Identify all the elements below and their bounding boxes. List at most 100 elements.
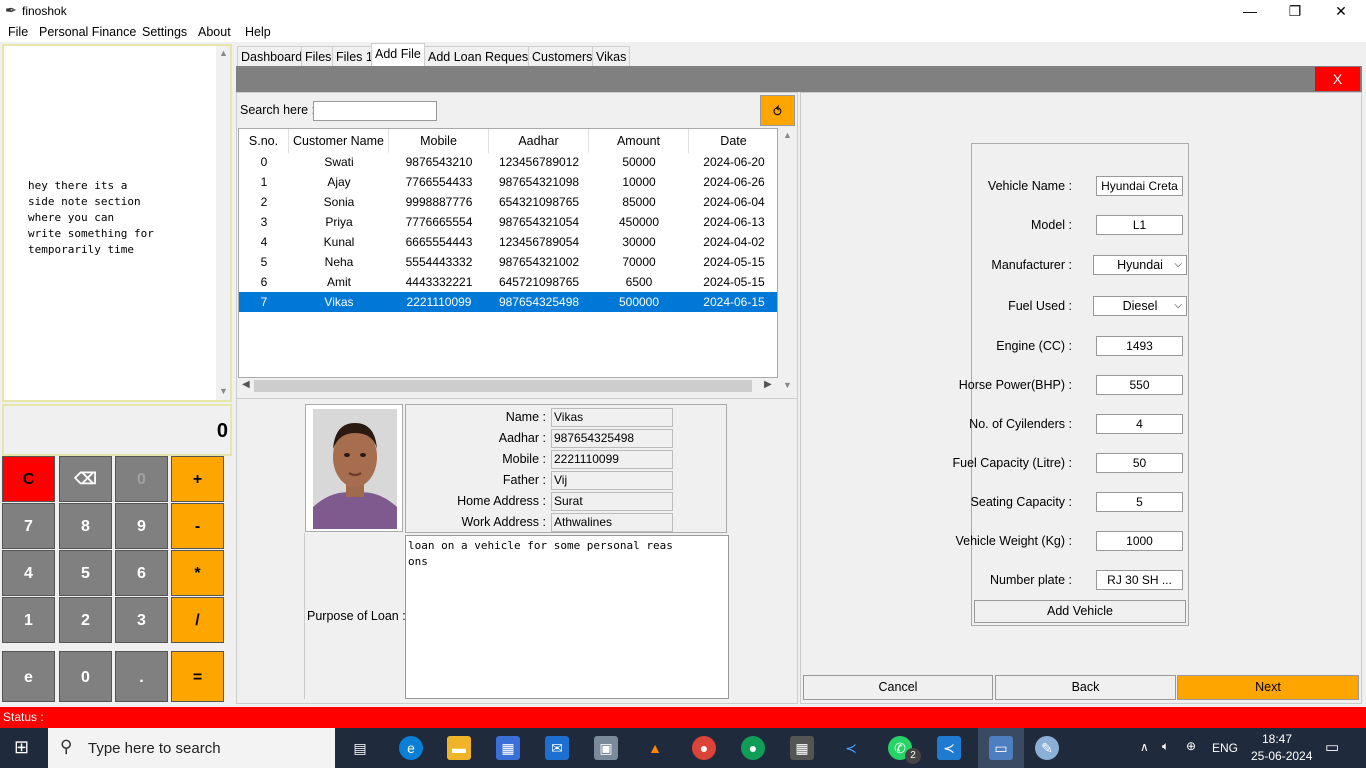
table-row[interactable]: 7 Vikas 2221110099 987654325498 500000 2024-0… xyxy=(239,292,777,312)
next-button[interactable]: Next xyxy=(1177,675,1359,700)
tab-dashboard[interactable]: Dashboard xyxy=(237,46,307,66)
manufacturer-select[interactable]: Hyundai ⌵ xyxy=(1093,255,1187,275)
calculator-app-icon[interactable]: ▦ xyxy=(790,736,814,760)
vehicle-weight-input[interactable]: 1000 xyxy=(1096,531,1183,551)
menu-about[interactable]: About xyxy=(198,25,231,39)
mail-icon[interactable]: ✉ xyxy=(545,736,569,760)
scroll-up-icon[interactable]: ▲ xyxy=(219,48,228,58)
fuel-used-select[interactable]: Diesel ⌵ xyxy=(1093,296,1187,316)
volume-icon[interactable]: 🔈︎ xyxy=(1162,739,1169,754)
calc-button-four[interactable]: 4 xyxy=(2,550,55,596)
engine-cc-input[interactable]: 1493 xyxy=(1096,336,1183,356)
menu-help[interactable]: Help xyxy=(245,25,271,39)
side-note-textarea[interactable]: hey there its a side note section where … xyxy=(2,44,232,402)
col-date[interactable]: Date xyxy=(689,129,777,153)
calc-button-backspace[interactable]: ⌫ xyxy=(59,456,112,502)
purpose-textarea[interactable]: loan on a vehicle for some personal reas… xyxy=(405,535,729,699)
calc-button-equals[interactable]: = xyxy=(171,651,224,702)
fuel-capacity-input[interactable]: 50 xyxy=(1096,453,1183,473)
table-horizontal-scrollbar[interactable]: ◀ ▶ xyxy=(238,378,778,394)
file-explorer-icon[interactable]: ▬ xyxy=(447,736,471,760)
calc-button-plus[interactable]: + xyxy=(171,456,224,502)
calc-button-two[interactable]: 2 xyxy=(59,597,112,643)
notification-icon[interactable]: ▭ xyxy=(1325,738,1339,756)
calc-button-minus[interactable]: - xyxy=(171,503,224,549)
scroll-up-icon[interactable]: ▲ xyxy=(783,130,792,140)
language-indicator[interactable]: ENG xyxy=(1212,741,1238,755)
minimize-button[interactable]: — xyxy=(1227,0,1273,22)
menu-personal-finance[interactable]: Personal Finance xyxy=(39,25,136,39)
table-row[interactable]: 2 Sonia 9998887776 654321098765 85000 2024-06… xyxy=(239,192,777,212)
table-row[interactable]: 3 Priya 7776665554 987654321054 450000 2024-0… xyxy=(239,212,777,232)
scroll-down-icon[interactable]: ▼ xyxy=(783,380,792,390)
tab-vikas[interactable]: Vikas xyxy=(592,46,631,66)
col-aadhar[interactable]: Aadhar xyxy=(489,129,589,153)
vscode-icon[interactable]: ≺ xyxy=(937,736,961,760)
menu-file[interactable]: File xyxy=(8,25,28,39)
search-input[interactable] xyxy=(313,101,437,121)
edge-icon[interactable]: e xyxy=(399,736,423,760)
col-amount[interactable]: Amount xyxy=(589,129,689,153)
python-tk-icon[interactable]: ▭ xyxy=(989,736,1013,760)
vlc-icon[interactable]: ▲ xyxy=(643,736,667,760)
vscode-insiders-icon[interactable]: ≺ xyxy=(839,736,863,760)
number-plate-input[interactable]: RJ 30 SH ... xyxy=(1096,570,1183,590)
calc-button-multiply[interactable]: * xyxy=(171,550,224,596)
horse-power-input[interactable]: 550 xyxy=(1096,375,1183,395)
add-vehicle-button[interactable]: Add Vehicle xyxy=(974,600,1186,623)
calc-button-seven[interactable]: 7 xyxy=(2,503,55,549)
col-mobile[interactable]: Mobile xyxy=(389,129,489,153)
table-row[interactable]: 4 Kunal 6665554443 123456789054 30000 2024-04… xyxy=(239,232,777,252)
tab-add-loan-request[interactable]: Add Loan Request xyxy=(424,46,536,66)
table-row[interactable]: 1 Ajay 7766554433 987654321098 10000 2024-06-… xyxy=(239,172,777,192)
note-scrollbar[interactable]: ▲ ▼ xyxy=(216,46,230,400)
chevron-down-icon[interactable]: ⌵ xyxy=(1174,256,1182,274)
windows-start-icon[interactable]: ⊞ xyxy=(14,737,29,758)
scroll-down-icon[interactable]: ▼ xyxy=(219,386,228,396)
photos-icon[interactable]: ▣ xyxy=(594,736,618,760)
maximize-button[interactable]: ❐ xyxy=(1272,0,1318,22)
taskbar-search[interactable]: ⚲ Type here to search xyxy=(48,728,335,768)
customer-field-value[interactable]: Vij xyxy=(551,471,673,490)
col-customer-name[interactable]: Customer Name xyxy=(289,129,389,153)
calc-button-decimal[interactable]: . xyxy=(115,651,168,702)
back-button[interactable]: Back xyxy=(995,675,1176,700)
calc-button-clear[interactable]: C xyxy=(2,456,55,502)
calc-button-zero[interactable]: 0 xyxy=(59,651,112,702)
table-row[interactable]: 5 Neha 5554443332 987654321002 70000 2024-05-… xyxy=(239,252,777,272)
calc-button-zero-disabled[interactable]: 0 xyxy=(115,456,168,502)
paint-icon[interactable]: ✎ xyxy=(1035,736,1059,760)
refresh-button[interactable]: ⥀ xyxy=(760,95,795,126)
table-row[interactable]: 0 Swati 9876543210 123456789012 50000 2024-06… xyxy=(239,152,777,172)
tab-customers[interactable]: Customers xyxy=(528,46,597,66)
tab-files[interactable]: Files xyxy=(301,46,336,66)
calc-button-eight[interactable]: 8 xyxy=(59,503,112,549)
close-window-button[interactable]: ✕ xyxy=(1318,0,1364,22)
col-sno[interactable]: S.no. xyxy=(239,129,289,153)
menu-settings[interactable]: Settings xyxy=(142,25,187,39)
calc-button-euler[interactable]: e xyxy=(2,651,55,702)
customer-field-value[interactable]: 2221110099 xyxy=(551,450,673,469)
cylinders-input[interactable]: 4 xyxy=(1096,414,1183,434)
clock-time[interactable]: 18:47 xyxy=(1262,732,1292,746)
customer-field-value[interactable]: Surat xyxy=(551,492,673,511)
scroll-right-icon[interactable]: ▶ xyxy=(764,379,772,390)
calc-button-six[interactable]: 6 xyxy=(115,550,168,596)
calc-button-divide[interactable]: / xyxy=(171,597,224,643)
calc-button-five[interactable]: 5 xyxy=(59,550,112,596)
table-vertical-scrollbar[interactable]: ▲ ▼ xyxy=(779,128,795,394)
network-icon[interactable]: ⊕ xyxy=(1186,739,1196,753)
tab-add-file[interactable]: Add File xyxy=(371,43,425,67)
vehicle-name-input[interactable]: Hyundai Creta xyxy=(1096,176,1183,196)
chrome-profile-icon[interactable]: ● xyxy=(741,736,765,760)
calc-button-three[interactable]: 3 xyxy=(115,597,168,643)
task-view-icon[interactable]: ▤ xyxy=(348,736,372,760)
customer-field-value[interactable]: Vikas xyxy=(551,408,673,427)
customer-field-value[interactable]: 987654325498 xyxy=(551,429,673,448)
table-row[interactable]: 6 Amit 4443332221 645721098765 6500 2024-05-1… xyxy=(239,272,777,292)
chevron-down-icon[interactable]: ⌵ xyxy=(1174,297,1182,315)
store-icon[interactable]: ▦ xyxy=(496,736,520,760)
clock-date[interactable]: 25-06-2024 xyxy=(1251,749,1312,763)
cancel-button[interactable]: Cancel xyxy=(803,675,993,700)
seating-capacity-input[interactable]: 5 xyxy=(1096,492,1183,512)
